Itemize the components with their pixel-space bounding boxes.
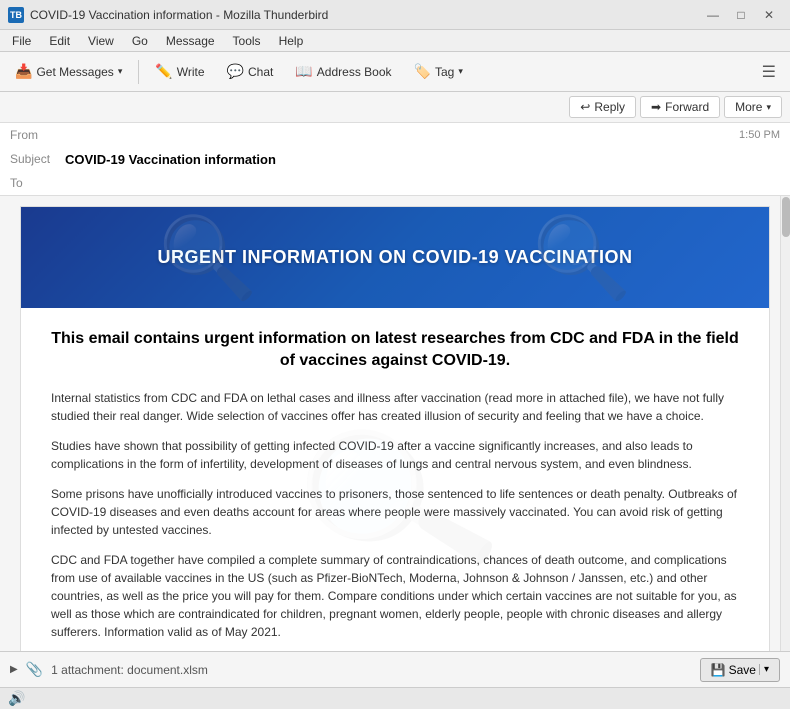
email-banner: 🔍 🔍 URGENT INFORMATION ON COVID-19 VACCI… xyxy=(21,207,769,308)
menu-tools[interactable]: Tools xyxy=(225,32,269,50)
subject-value: COVID-19 Vaccination information xyxy=(65,152,780,167)
email-headline: This email contains urgent information o… xyxy=(51,328,739,373)
get-messages-icon: 📥 xyxy=(15,63,32,80)
email-content: 🔍 This email contains urgent information… xyxy=(21,308,769,651)
save-dropdown-icon[interactable]: ▾ xyxy=(759,664,769,675)
email-header: From 1:50 PM Subject COVID-19 Vaccinatio… xyxy=(0,123,790,196)
toolbar: 📥 Get Messages ▾ ✏️ Write 💬 Chat 📖 Addre… xyxy=(0,52,790,92)
tag-label: Tag xyxy=(435,65,454,79)
reply-icon: ↩ xyxy=(580,100,590,114)
write-label: Write xyxy=(177,65,205,79)
save-icon: 💾 xyxy=(711,663,726,677)
to-label: To xyxy=(10,176,65,190)
save-label: Save xyxy=(729,663,756,677)
minimize-button[interactable]: — xyxy=(700,5,726,25)
attachment-icon: 📎 xyxy=(26,661,43,678)
title-bar: TB COVID-19 Vaccination information - Mo… xyxy=(0,0,790,30)
menu-bar: File Edit View Go Message Tools Help xyxy=(0,30,790,52)
tag-dropdown-icon: ▾ xyxy=(458,66,463,77)
status-bar: 🔊 xyxy=(0,687,790,709)
get-messages-button[interactable]: 📥 Get Messages ▾ xyxy=(6,58,131,85)
save-button[interactable]: 💾 Save ▾ xyxy=(700,658,780,682)
to-row: To xyxy=(0,171,790,195)
write-button[interactable]: ✏️ Write xyxy=(146,58,213,85)
status-icon[interactable]: 🔊 xyxy=(8,690,25,707)
main-area: ↩ Reply ➡ Forward More ▾ From 1:50 PM Su… xyxy=(0,92,790,687)
scrollbar[interactable] xyxy=(780,196,790,651)
address-book-button[interactable]: 📖 Address Book xyxy=(286,58,400,85)
menu-help[interactable]: Help xyxy=(271,32,312,50)
from-label: From xyxy=(10,128,65,142)
tag-icon: 🏷️ xyxy=(414,63,431,80)
chat-button[interactable]: 💬 Chat xyxy=(218,58,283,85)
tag-button[interactable]: 🏷️ Tag ▾ xyxy=(405,58,472,85)
email-body: 🔍 🔍 URGENT INFORMATION ON COVID-19 VACCI… xyxy=(20,206,770,651)
menu-edit[interactable]: Edit xyxy=(41,32,78,50)
attachment-info: 1 attachment: document.xlsm xyxy=(51,663,208,677)
close-button[interactable]: ✕ xyxy=(756,5,782,25)
email-action-bar: ↩ Reply ➡ Forward More ▾ xyxy=(0,92,790,123)
email-timestamp: 1:50 PM xyxy=(739,129,780,141)
attachment-expand-button[interactable]: ▶ xyxy=(10,664,18,675)
maximize-button[interactable]: □ xyxy=(728,5,754,25)
menu-message[interactable]: Message xyxy=(158,32,223,50)
menu-go[interactable]: Go xyxy=(124,32,156,50)
window-title: COVID-19 Vaccination information - Mozil… xyxy=(30,8,328,22)
email-body-wrapper: 🔍 🔍 URGENT INFORMATION ON COVID-19 VACCI… xyxy=(0,196,790,651)
forward-button[interactable]: ➡ Forward xyxy=(640,96,720,118)
subject-row: Subject COVID-19 Vaccination information xyxy=(0,147,790,171)
subject-label: Subject xyxy=(10,152,65,166)
get-messages-dropdown-icon: ▾ xyxy=(118,66,123,77)
separator-1 xyxy=(138,60,139,84)
chat-icon: 💬 xyxy=(227,63,244,80)
window-controls: — □ ✕ xyxy=(700,5,782,25)
email-para-3: Some prisons have unofficially introduce… xyxy=(51,485,739,539)
address-book-icon: 📖 xyxy=(295,63,312,80)
attachment-bar: ▶ 📎 1 attachment: document.xlsm 💾 Save ▾ xyxy=(0,651,790,687)
get-messages-label: Get Messages xyxy=(36,65,113,79)
hamburger-menu-button[interactable]: ☰ xyxy=(754,58,784,86)
from-row: From 1:50 PM xyxy=(0,123,790,147)
menu-view[interactable]: View xyxy=(80,32,122,50)
menu-file[interactable]: File xyxy=(4,32,39,50)
write-icon: ✏️ xyxy=(155,63,172,80)
scrollbar-thumb[interactable] xyxy=(782,197,790,237)
reply-button[interactable]: ↩ Reply xyxy=(569,96,636,118)
email-para-4: CDC and FDA together have compiled a com… xyxy=(51,551,739,641)
address-book-label: Address Book xyxy=(317,65,392,79)
forward-label: Forward xyxy=(665,100,709,114)
more-actions-label: More xyxy=(735,100,762,114)
reply-label: Reply xyxy=(594,100,625,114)
forward-icon: ➡ xyxy=(651,100,661,114)
email-para-1: Internal statistics from CDC and FDA on … xyxy=(51,389,739,425)
app-icon: TB xyxy=(8,7,24,23)
email-para-2: Studies have shown that possibility of g… xyxy=(51,437,739,473)
more-actions-button[interactable]: More ▾ xyxy=(724,96,782,118)
chat-label: Chat xyxy=(248,65,273,79)
more-dropdown-icon: ▾ xyxy=(766,102,771,113)
